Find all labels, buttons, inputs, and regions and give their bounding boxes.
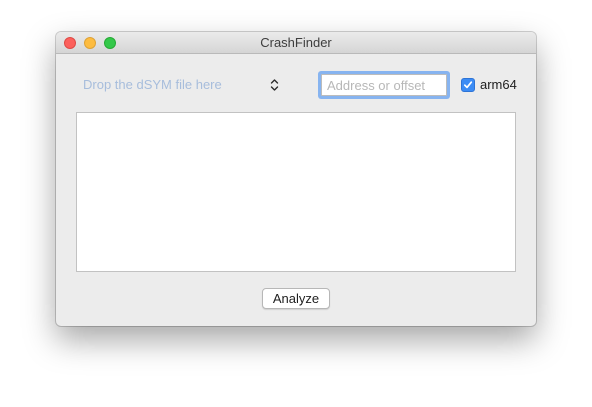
dsym-file-popup[interactable]: Drop the dSYM file here bbox=[76, 74, 290, 96]
checkbox-checked-icon[interactable] bbox=[461, 78, 475, 92]
up-down-chevron-icon bbox=[270, 79, 279, 91]
crashfinder-window: CrashFinder Drop the dSYM file here arm6… bbox=[56, 32, 536, 326]
window-title: CrashFinder bbox=[260, 35, 332, 50]
arm64-checkbox[interactable]: arm64 bbox=[461, 77, 531, 93]
analyze-button[interactable]: Analyze bbox=[262, 288, 330, 309]
dsym-popup-label: Drop the dSYM file here bbox=[83, 77, 222, 92]
arm64-checkbox-label: arm64 bbox=[480, 77, 517, 92]
address-input[interactable] bbox=[321, 74, 447, 96]
title-bar[interactable]: CrashFinder bbox=[56, 32, 536, 54]
output-text-view[interactable] bbox=[76, 112, 516, 272]
